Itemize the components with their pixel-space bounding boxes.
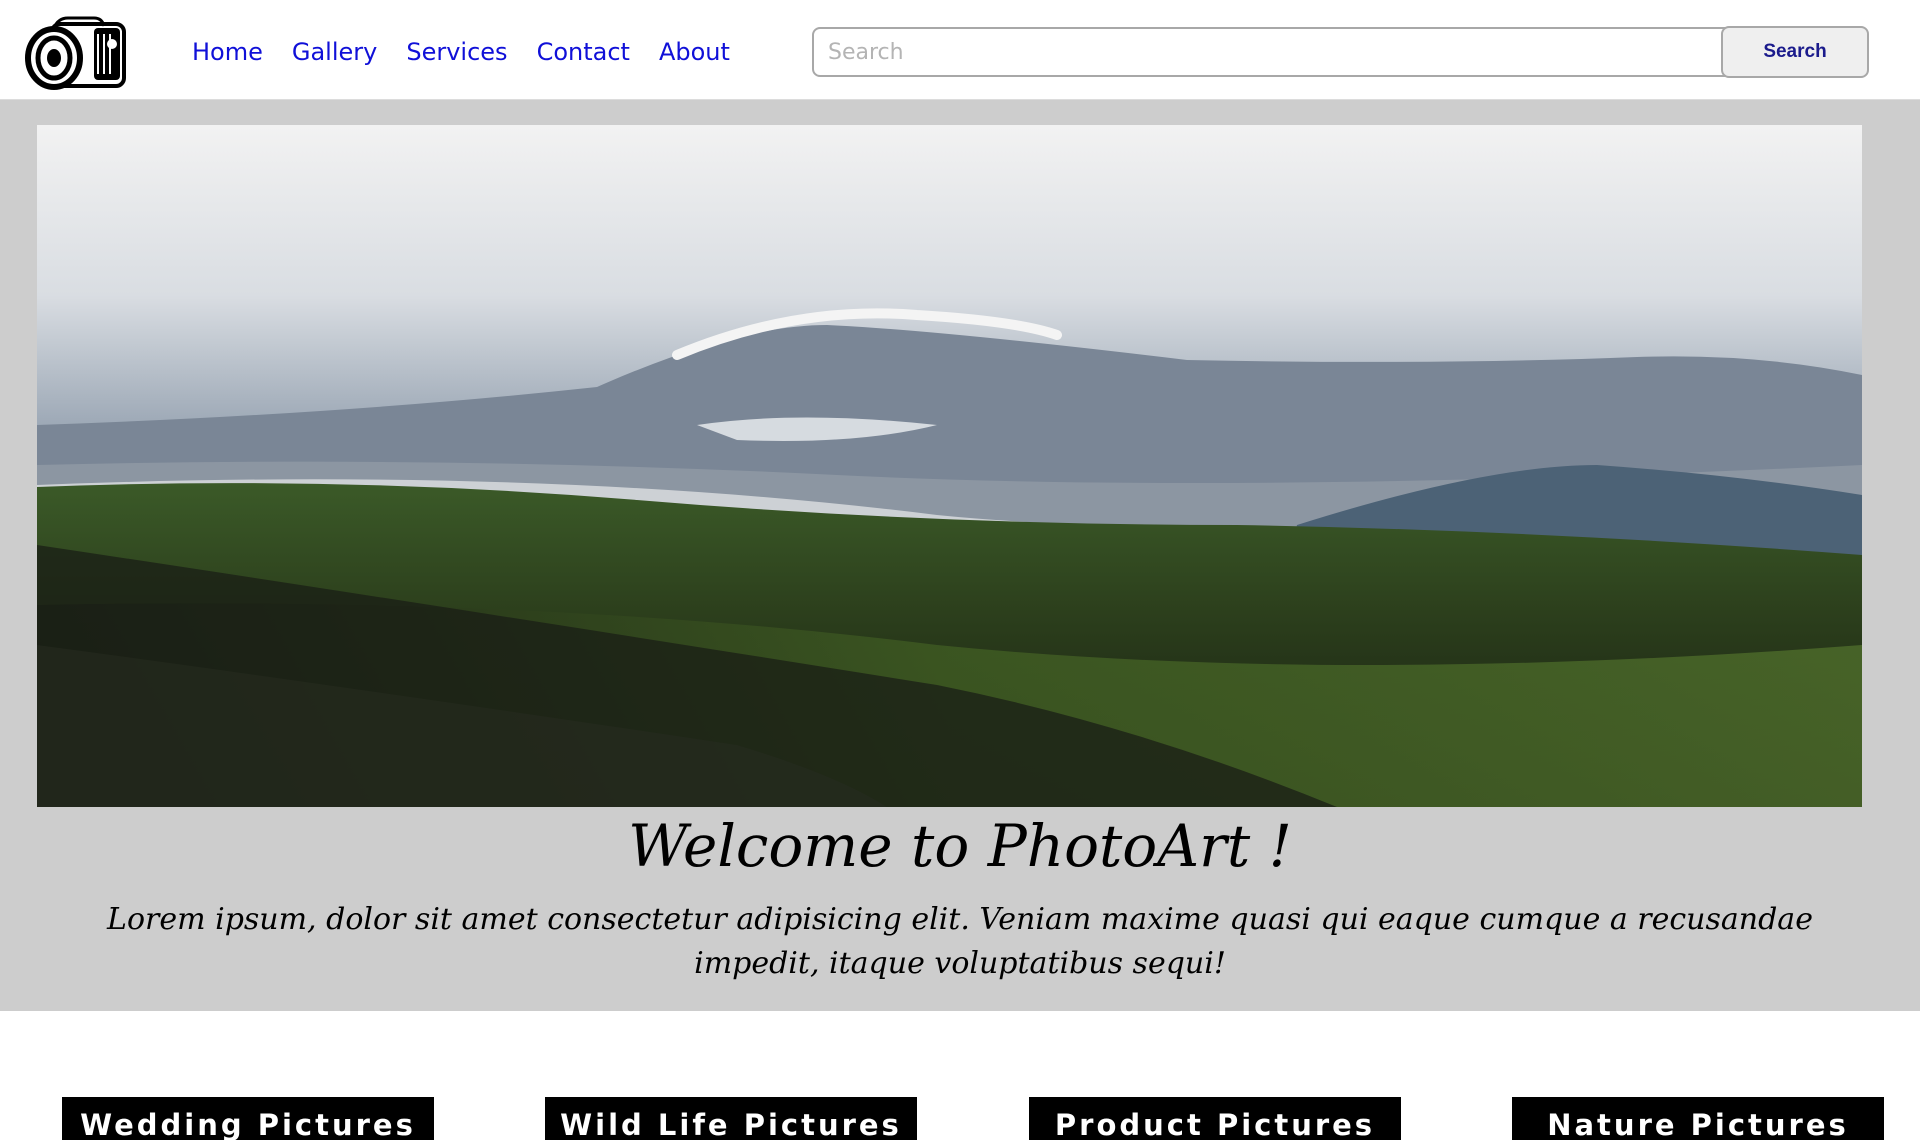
category-product-pictures[interactable]: Product Pictures — [1029, 1097, 1401, 1140]
camera-logo-icon[interactable] — [24, 14, 128, 90]
category-nature-pictures[interactable]: Nature Pictures — [1512, 1097, 1884, 1140]
search-button[interactable]: Search — [1721, 26, 1869, 78]
site-header: Home Gallery Services Contact About Sear… — [0, 0, 1920, 100]
nav-gallery-link[interactable]: Gallery — [292, 38, 377, 66]
hero-section: Welcome to PhotoArt ! Lorem ipsum, dolor… — [0, 100, 1920, 1011]
nav-home-link[interactable]: Home — [192, 38, 263, 66]
nav-contact-link[interactable]: Contact — [537, 38, 630, 66]
hero-title: Welcome to PhotoArt ! — [628, 812, 1292, 880]
hero-landscape-image — [37, 125, 1862, 807]
hero-description: Lorem ipsum, dolor sit amet consectetur … — [107, 902, 1813, 981]
nav-about-link[interactable]: About — [659, 38, 730, 66]
category-row: Wedding Pictures Wild Life Pictures Prod… — [0, 1097, 1920, 1140]
search-input[interactable] — [812, 27, 1732, 77]
category-wedding-pictures[interactable]: Wedding Pictures — [62, 1097, 434, 1140]
category-wildlife-pictures[interactable]: Wild Life Pictures — [545, 1097, 917, 1140]
main-nav: Home Gallery Services Contact About — [192, 32, 759, 72]
nav-services-link[interactable]: Services — [406, 38, 507, 66]
